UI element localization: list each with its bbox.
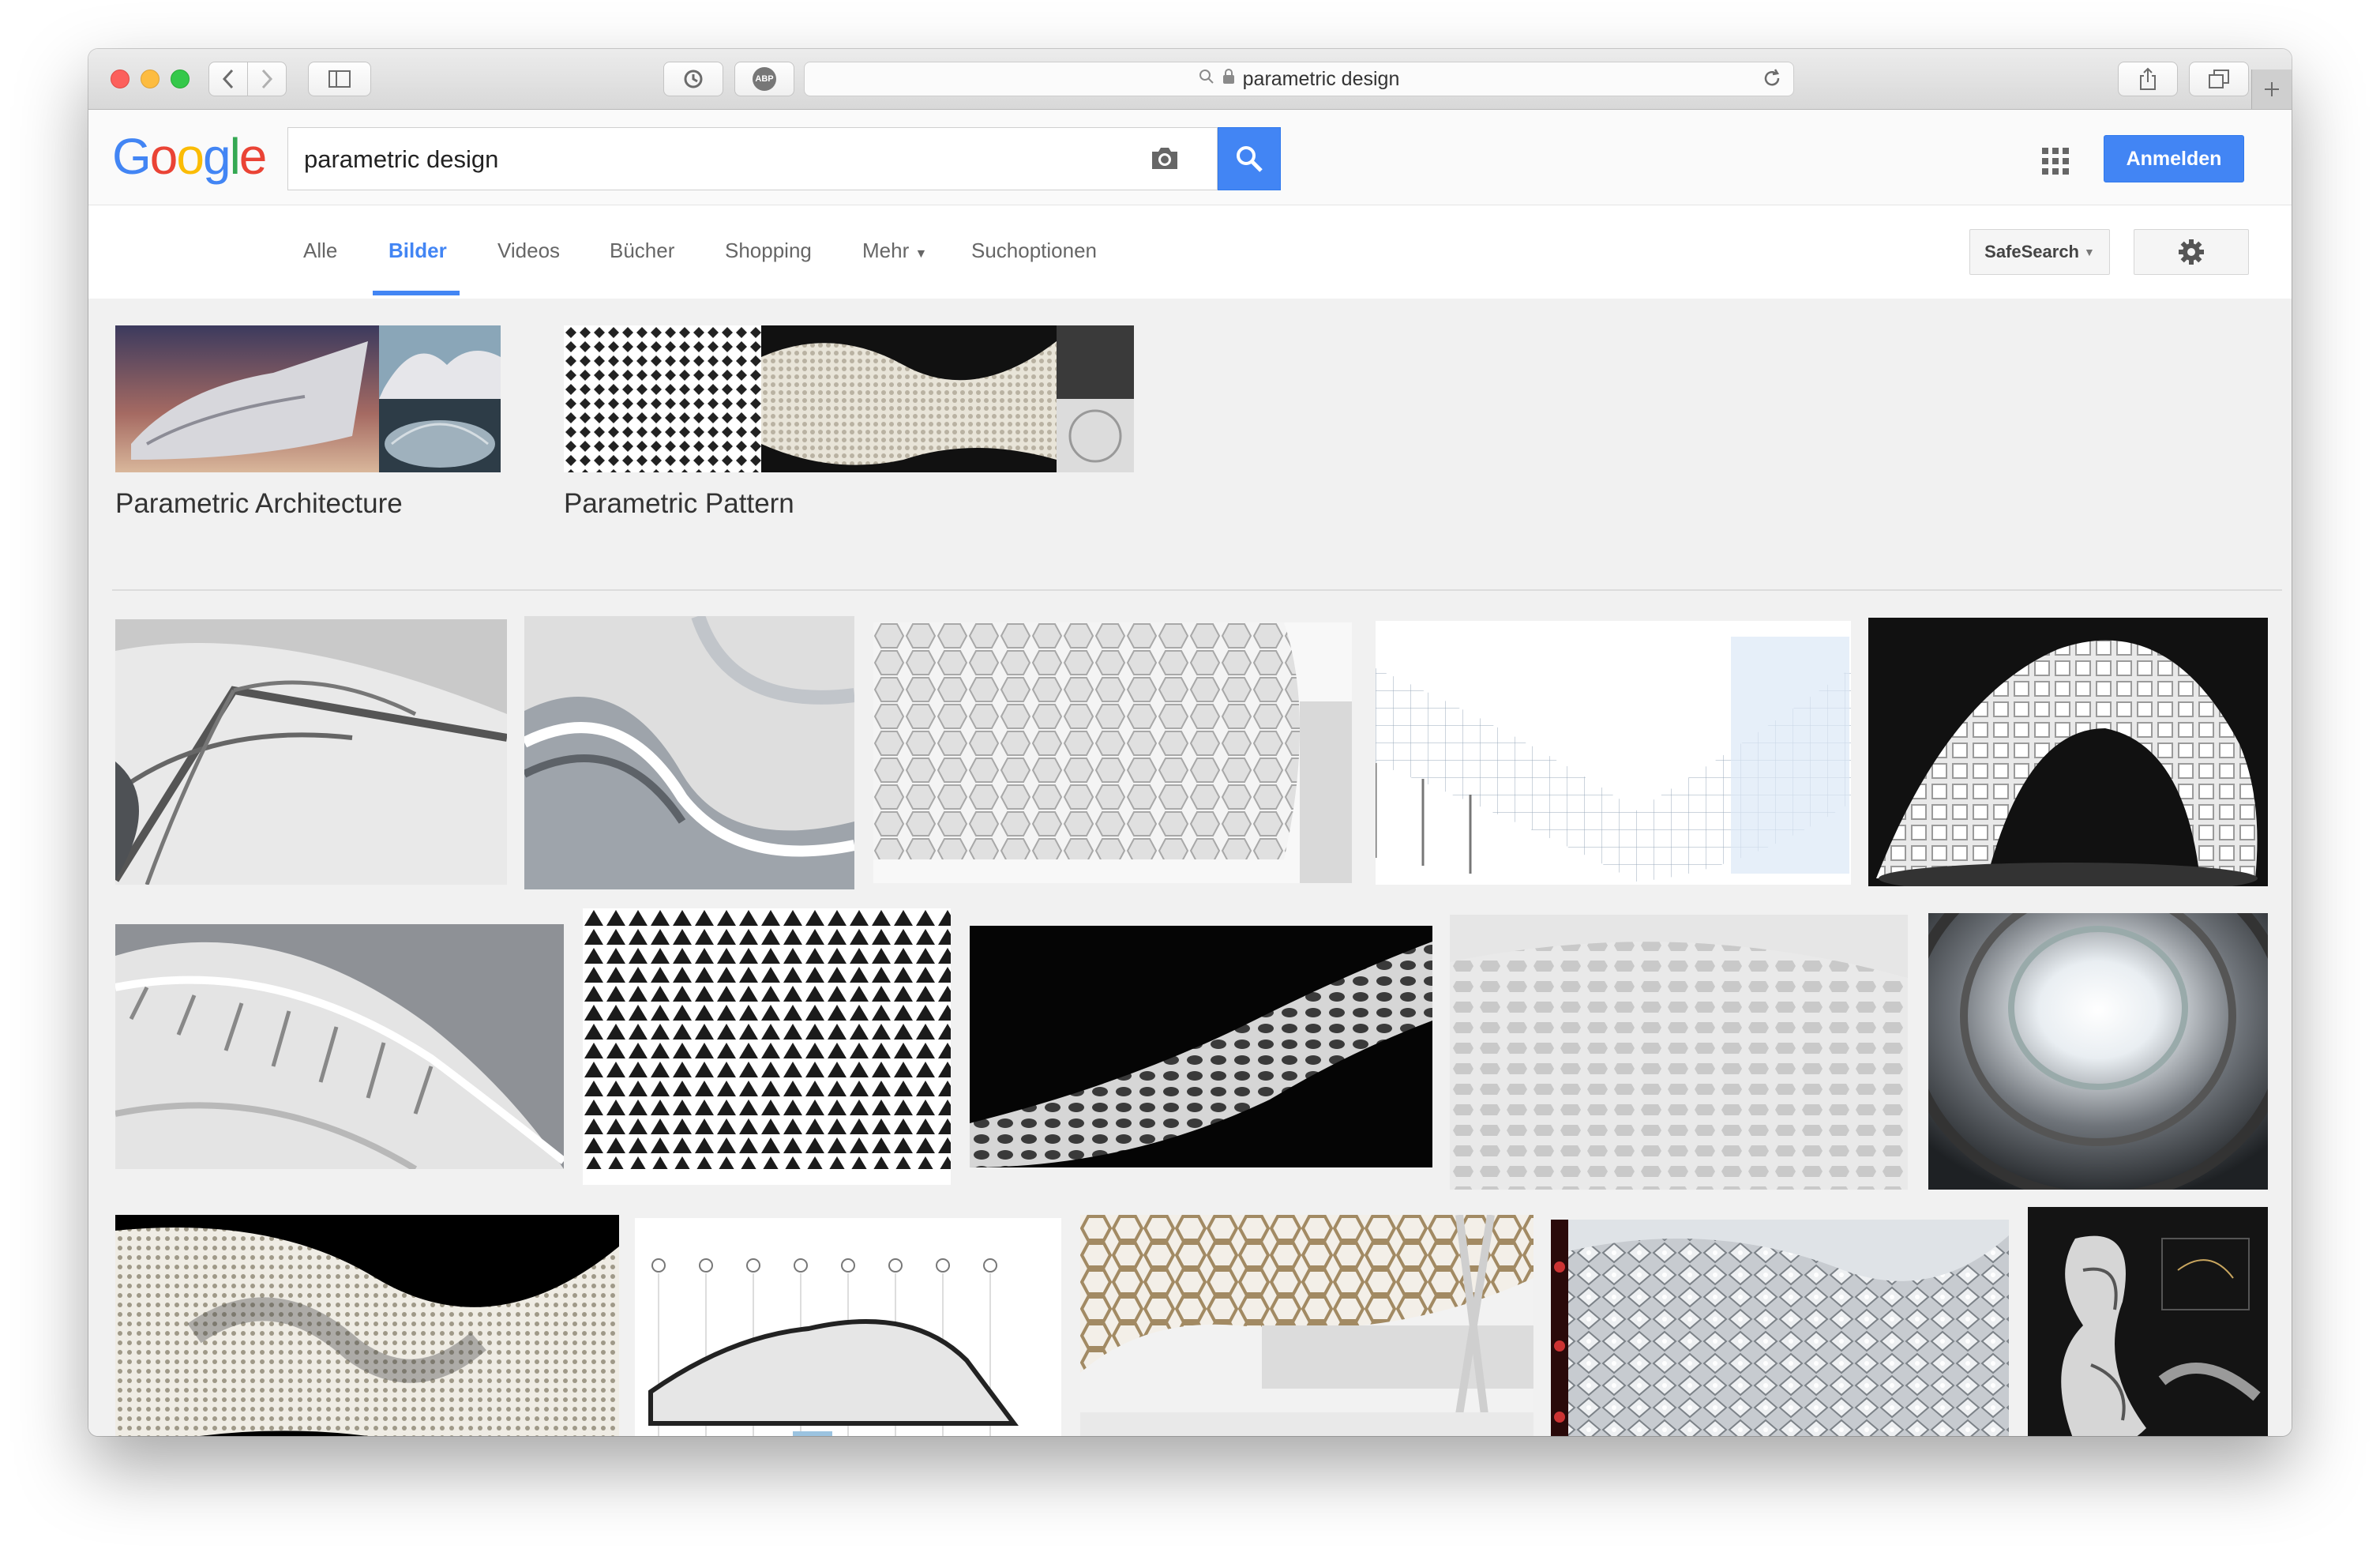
plus-icon	[2265, 82, 2279, 96]
result-image[interactable]	[1551, 1220, 2009, 1436]
result-image[interactable]	[524, 616, 854, 889]
search-input[interactable]	[302, 139, 1095, 180]
result-image[interactable]	[115, 924, 564, 1169]
caret-down-icon: ▼	[2084, 246, 2095, 258]
result-image[interactable]	[1080, 1215, 1533, 1436]
chevron-left-icon	[222, 69, 234, 89]
related-search-label[interactable]: Parametric Architecture	[115, 488, 403, 520]
zoom-window-button[interactable]	[171, 70, 190, 88]
results-area: Parametric Architecture Parametric Patte…	[88, 299, 2292, 1436]
minimize-window-button[interactable]	[141, 70, 160, 88]
close-window-button[interactable]	[111, 70, 130, 88]
section-divider	[112, 589, 2282, 591]
result-image[interactable]	[635, 1218, 1061, 1436]
lock-icon	[1222, 69, 1235, 89]
tab-books[interactable]: Bücher	[610, 239, 674, 263]
browser-toolbar: ABP parametric design	[88, 49, 2292, 110]
tab-videos[interactable]: Videos	[497, 239, 560, 263]
result-image[interactable]	[1928, 913, 2268, 1190]
safesearch-label: SafeSearch	[1984, 242, 2079, 261]
history-icon	[684, 70, 703, 88]
result-image[interactable]	[970, 926, 1432, 1167]
result-image[interactable]	[1376, 621, 1851, 885]
result-image[interactable]	[115, 1215, 619, 1436]
active-tab-indicator	[373, 291, 460, 295]
settings-button[interactable]	[2134, 229, 2249, 275]
browser-window: ABP parametric design Google parametric …	[88, 49, 2292, 1436]
logo-letter: l	[229, 128, 241, 185]
new-tab-button[interactable]	[2251, 70, 2292, 109]
tab-search-options[interactable]: Suchoptionen	[971, 239, 1097, 263]
tab-images[interactable]: Bilder	[389, 239, 447, 263]
search-icon	[1199, 69, 1214, 89]
search-box[interactable]	[287, 127, 1218, 190]
search-icon	[1237, 146, 1263, 172]
result-image[interactable]	[1868, 618, 2268, 886]
google-logo[interactable]: Google	[112, 127, 268, 186]
result-image[interactable]	[115, 619, 507, 885]
apps-grid-icon[interactable]	[2042, 148, 2069, 175]
tab-shopping[interactable]: Shopping	[725, 239, 812, 263]
search-tabs: Alle Bilder Videos Bücher Shopping Mehr …	[88, 205, 2292, 299]
gear-icon	[2179, 239, 2204, 265]
safesearch-dropdown[interactable]: SafeSearch ▼	[1969, 229, 2110, 275]
search-button[interactable]	[1218, 127, 1281, 190]
logo-letter: o	[176, 128, 205, 185]
tab-more-label: Mehr	[862, 239, 910, 262]
camera-icon[interactable]	[1149, 144, 1181, 172]
history-extension-button[interactable]	[663, 62, 723, 96]
url-text: parametric design	[1242, 67, 1400, 90]
related-pattern-thumbnail[interactable]	[564, 325, 1134, 472]
adblock-button[interactable]: ABP	[734, 62, 794, 96]
tabs-icon	[2209, 70, 2229, 88]
forward-button[interactable]	[247, 62, 287, 96]
sidebar-button[interactable]	[308, 62, 371, 96]
tab-more[interactable]: Mehr ▼	[862, 239, 927, 263]
sidebar-icon	[328, 70, 351, 88]
chevron-right-icon	[261, 69, 273, 89]
reload-icon[interactable]	[1762, 67, 1782, 95]
share-icon	[2140, 67, 2156, 90]
tab-all[interactable]: Alle	[303, 239, 337, 263]
logo-letter: G	[112, 128, 152, 185]
related-architecture-thumbnail[interactable]	[115, 325, 501, 472]
result-image[interactable]	[2028, 1207, 2268, 1436]
result-image[interactable]	[583, 908, 951, 1185]
result-image[interactable]	[873, 622, 1352, 883]
logo-letter: e	[238, 128, 268, 185]
back-button[interactable]	[208, 62, 248, 96]
logo-letter: o	[149, 128, 178, 185]
signin-button[interactable]: Anmelden	[2104, 135, 2244, 182]
result-image[interactable]	[1450, 915, 1908, 1190]
share-button[interactable]	[2118, 62, 2178, 96]
adblock-icon: ABP	[753, 67, 776, 91]
related-search-label[interactable]: Parametric Pattern	[564, 488, 794, 520]
logo-letter: g	[202, 128, 231, 185]
tabs-overview-button[interactable]	[2189, 62, 2249, 96]
google-header: Google Anmelden	[88, 110, 2292, 205]
caret-down-icon: ▼	[914, 247, 928, 261]
address-bar[interactable]: parametric design	[804, 62, 1794, 96]
